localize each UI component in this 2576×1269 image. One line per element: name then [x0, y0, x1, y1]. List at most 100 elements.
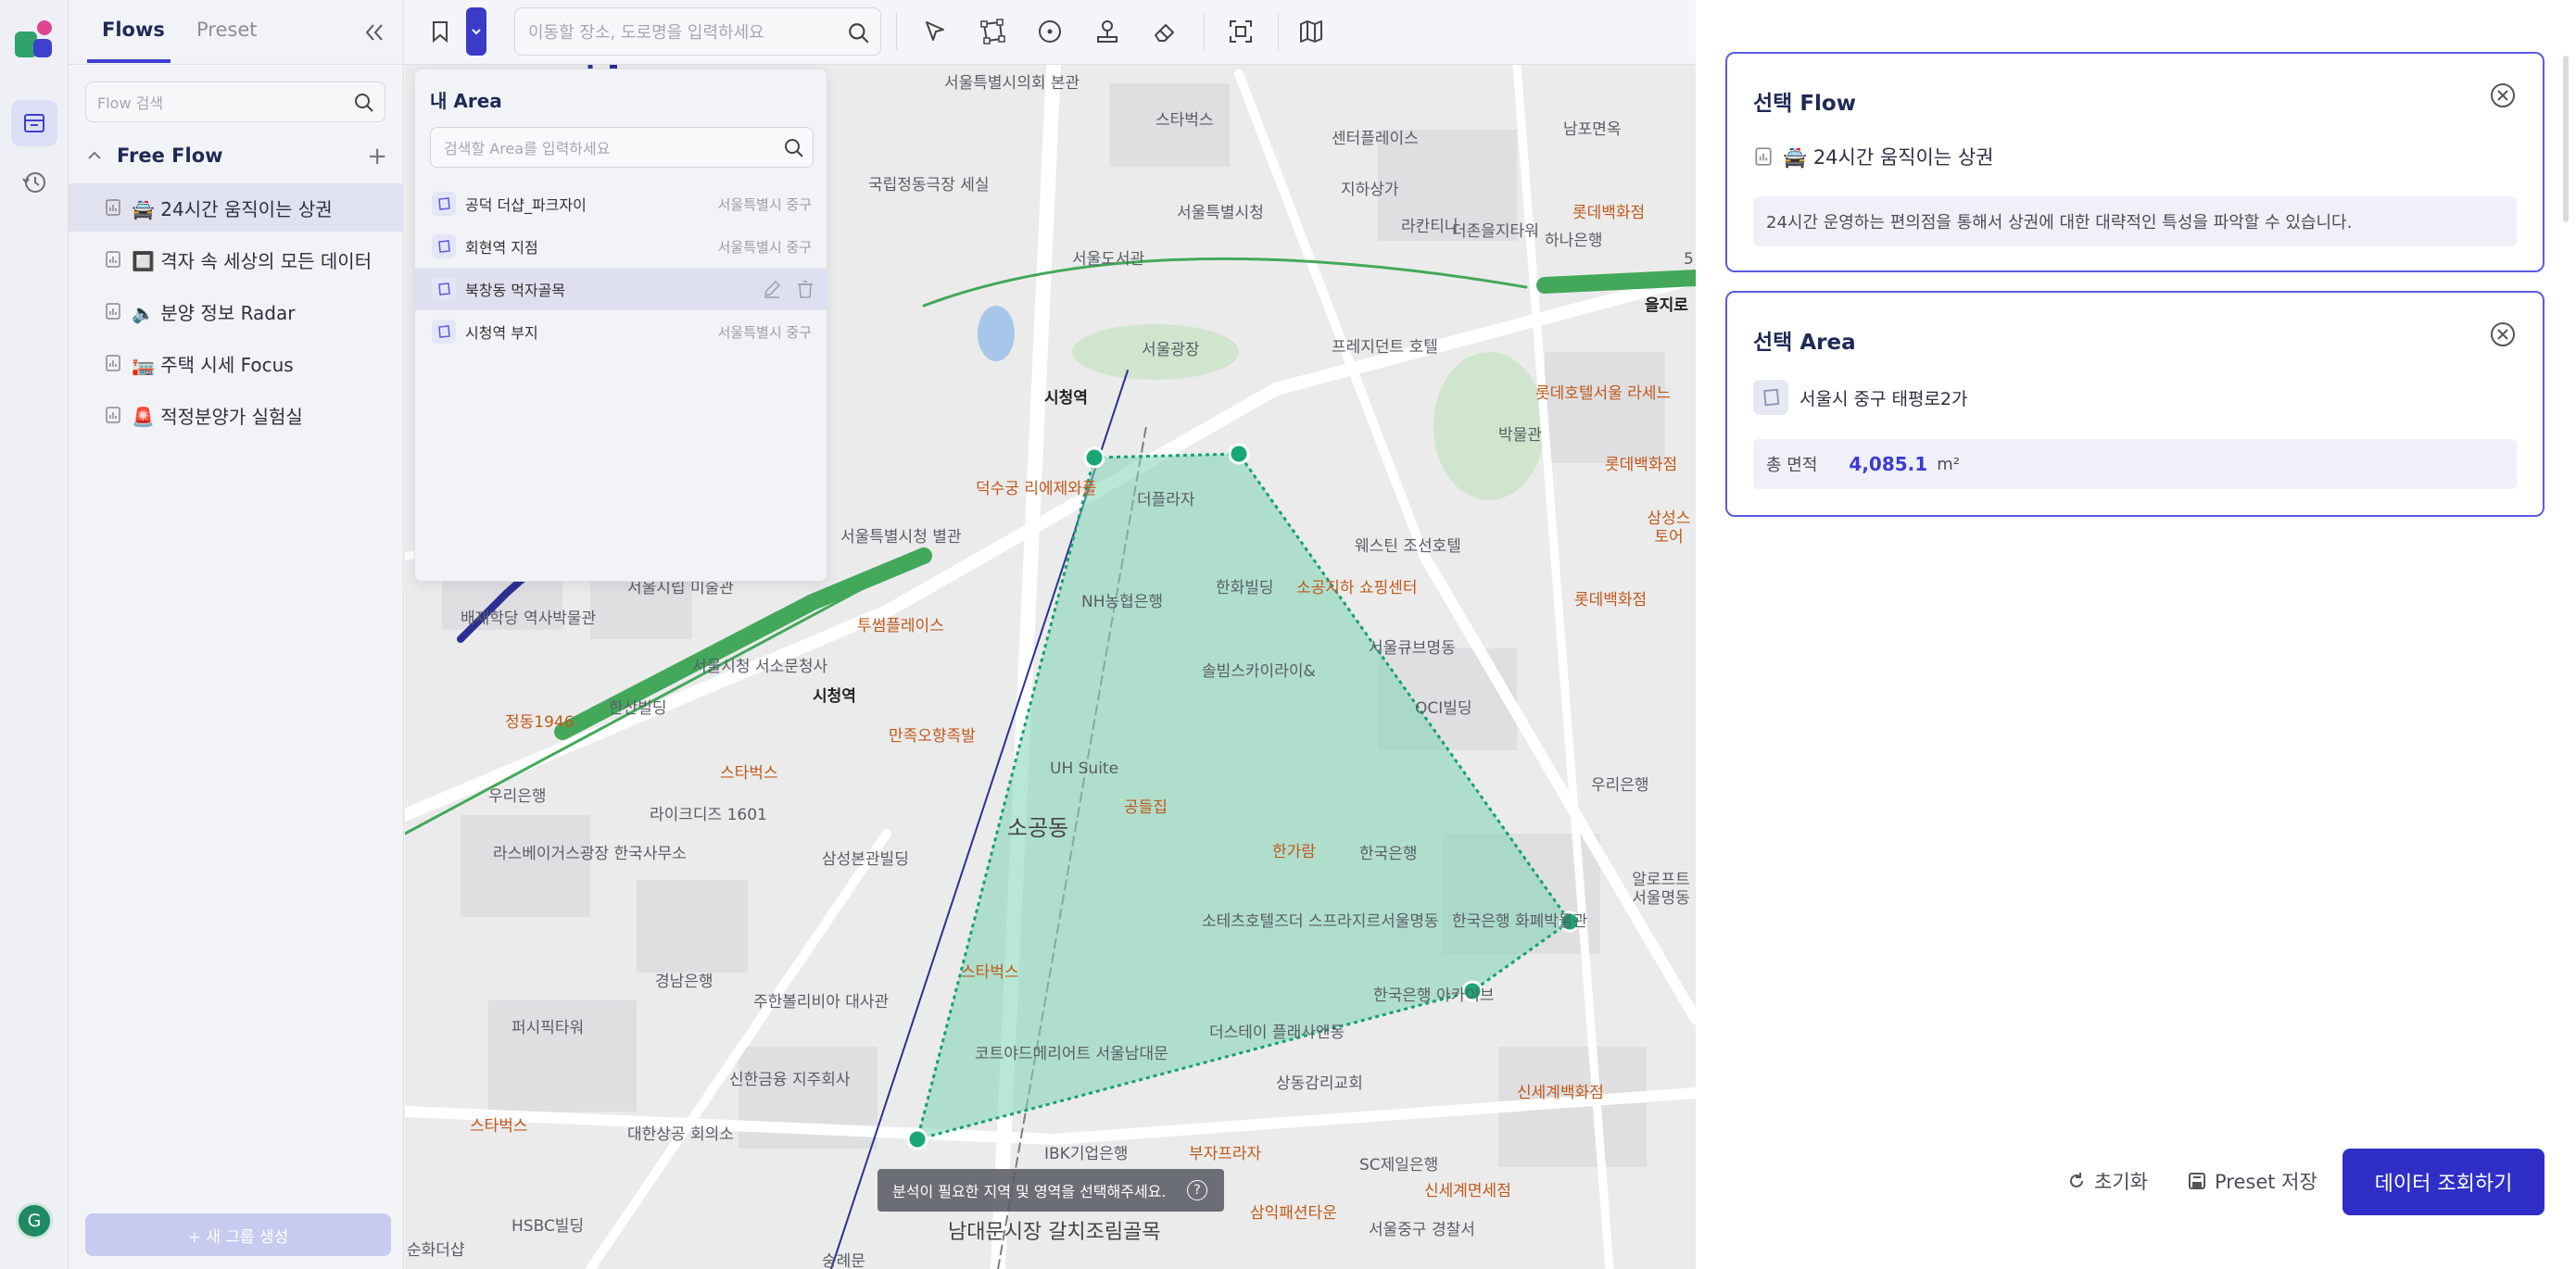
selected-area-address: 서울시 중구 태평로2가: [1799, 388, 1968, 409]
cursor-icon: [926, 21, 944, 41]
map-label: 을지로: [1645, 296, 1688, 315]
map-label: UH Suite: [1050, 760, 1119, 778]
map-label: 한국은행 아카이브: [1373, 986, 1495, 1005]
map-label: 삼익패션타운: [1250, 1204, 1337, 1223]
pin-tool-button[interactable]: [1089, 13, 1126, 50]
map-label: IBK기업은행: [1044, 1145, 1129, 1163]
map-label: 롯데백화점: [1574, 591, 1648, 609]
map-label: 우리은행: [488, 787, 547, 806]
place-search-input[interactable]: 이동할 장소, 도로명을 입력하세요: [514, 7, 881, 56]
flow-search-placeholder: Flow 검색: [97, 94, 164, 112]
area-list-item[interactable]: 회현역 지점 서울특별시 중구: [415, 225, 828, 268]
map-label: 스타벅스: [470, 1117, 528, 1136]
save-preset-button[interactable]: Preset 저장: [2187, 1160, 2317, 1202]
scrollbar[interactable]: [2563, 56, 2569, 222]
map-label: 더플라자: [1137, 491, 1195, 509]
collapse-panel-button[interactable]: [360, 19, 387, 46]
map-layer-button[interactable]: [1293, 13, 1330, 50]
group-label: Free Flow: [117, 144, 223, 167]
circle-tool-button[interactable]: [1031, 13, 1068, 50]
selected-area-row: 서울시 중구 태평로2가: [1753, 380, 1968, 415]
reset-button[interactable]: 초기화: [2066, 1160, 2148, 1202]
map-label: 서울중구 경찰서: [1369, 1221, 1475, 1239]
bookmark-button[interactable]: [422, 13, 459, 50]
active-tab-indicator: [87, 59, 170, 63]
area-list-item[interactable]: 공덕 더샵_파크자이 서울특별시 중구: [415, 182, 828, 225]
close-icon[interactable]: [2489, 82, 2517, 109]
selected-area-title: 선택 Area: [1753, 331, 1856, 355]
user-avatar[interactable]: G: [16, 1202, 53, 1239]
map-label: 웨스틴 조선호텔: [1355, 537, 1461, 556]
map-label: HSBC빌딩: [511, 1217, 585, 1236]
trash-icon[interactable]: [795, 279, 815, 299]
map-label: 삼성본관빌딩: [822, 850, 909, 869]
map-label: 시청역: [1044, 389, 1088, 408]
query-data-button[interactable]: 데이터 조회하기: [2342, 1149, 2544, 1215]
map-label: 5: [1684, 250, 1694, 269]
map-label: 만족오향족발: [889, 727, 976, 746]
area-search-input[interactable]: 검색할 Area를 입력하세요: [430, 127, 814, 168]
flow-label: 🚔 24시간 움직이는 상권: [132, 197, 333, 220]
map-label: 소공지하 쇼핑센터: [1296, 579, 1418, 597]
area-list-item[interactable]: 시청역 부지 서울특별시 중구: [415, 310, 828, 353]
map-label: 지하상가: [1341, 181, 1399, 199]
tab-preset[interactable]: Preset: [196, 19, 257, 41]
chart-doc-icon: [106, 199, 120, 216]
map-label: 신한금융 지주회사: [729, 1071, 851, 1089]
map-label: 소테츠호텔즈더 스프라지르서울명동: [1202, 912, 1439, 931]
total-area-label: 총 면적: [1766, 456, 1818, 475]
map-label: 알로프트 서울명동: [1632, 871, 1690, 909]
bookmark-dropdown-button[interactable]: [466, 7, 486, 56]
area-popup-title: 내 Area: [430, 90, 502, 112]
polygon-icon: [432, 320, 456, 344]
bookmark-icon: [433, 21, 448, 44]
hint-text: 분석이 필요한 지역 및 영역을 선택해주세요.: [892, 1183, 1167, 1200]
map-label: 남포면옥: [1563, 120, 1622, 139]
history-nav-button[interactable]: [11, 159, 57, 206]
help-icon[interactable]: ?: [1187, 1180, 1207, 1200]
double-chevron-left-icon: [365, 24, 383, 41]
area-region: 서울특별시 중구: [717, 195, 812, 213]
selection-hint-toast: 분석이 필요한 지역 및 영역을 선택해주세요. ?: [878, 1169, 1224, 1212]
edit-icon[interactable]: [762, 279, 782, 299]
flow-search-input[interactable]: Flow 검색: [85, 82, 385, 122]
map-toolbar: 이동할 장소, 도로명을 입력하세요: [405, 0, 1696, 65]
map-label: 한산빌딩: [609, 699, 667, 718]
flow-item[interactable]: 🚔 24시간 움직이는 상권: [69, 183, 404, 232]
app-rail: G: [0, 0, 69, 1269]
eraser-tool-button[interactable]: [1146, 13, 1183, 50]
refresh-icon: [2070, 1173, 2083, 1187]
add-flow-button[interactable]: +: [367, 143, 387, 170]
map-label: 박물관: [1498, 426, 1542, 445]
map-label: 주한볼리비아 대사관: [753, 993, 890, 1011]
map-label: 신세계백화점: [1517, 1084, 1604, 1102]
archive-icon: [24, 114, 44, 132]
chevron-down-icon: [472, 29, 481, 35]
screenshot-button[interactable]: [1222, 13, 1259, 50]
flow-label: 🔲 격자 속 세상의 모든 데이터: [132, 249, 373, 272]
save-preset-label: Preset 저장: [2215, 1171, 2317, 1193]
selected-flow-name: 🚔 24시간 움직이는 상권: [1783, 146, 1994, 169]
tab-flows[interactable]: Flows: [102, 19, 165, 41]
flow-item[interactable]: 🏣 주택 시세 Focus: [69, 339, 404, 387]
select-tool-button[interactable]: [916, 13, 953, 50]
selected-flow-card: 선택 Flow 🚔 24시간 움직이는 상권 24시간 운영하는 편의점을 통해…: [1725, 52, 2544, 272]
flow-item[interactable]: 🔈 분양 정보 Radar: [69, 287, 404, 335]
map-pin-icon: [1097, 20, 1118, 43]
map-label: 스타벅스: [961, 963, 1019, 982]
close-icon[interactable]: [2489, 320, 2517, 348]
area-list-item[interactable]: 북창동 먹자골목: [415, 268, 828, 310]
map-label: 센터플레이스: [1332, 130, 1419, 148]
new-group-button[interactable]: + 새 그룹 생성: [85, 1213, 391, 1256]
flow-item[interactable]: 🚨 적정분양가 실험실: [69, 391, 404, 439]
flow-group-free-flow[interactable]: Free Flow +: [85, 139, 391, 172]
chart-doc-icon: [106, 303, 120, 320]
flow-item[interactable]: 🔲 격자 속 세상의 모든 데이터: [69, 235, 404, 283]
sidebar-tabs: Flows Preset: [69, 0, 404, 65]
map-label: 코트야드메리어트 서울남대문: [975, 1045, 1168, 1063]
map-label: 스타벅스: [720, 764, 778, 783]
polygon-tool-button[interactable]: [974, 13, 1011, 50]
eraser-icon: [1155, 24, 1174, 42]
area-search-placeholder: 검색할 Area를 입력하세요: [444, 140, 611, 157]
archive-nav-button[interactable]: [11, 100, 57, 146]
